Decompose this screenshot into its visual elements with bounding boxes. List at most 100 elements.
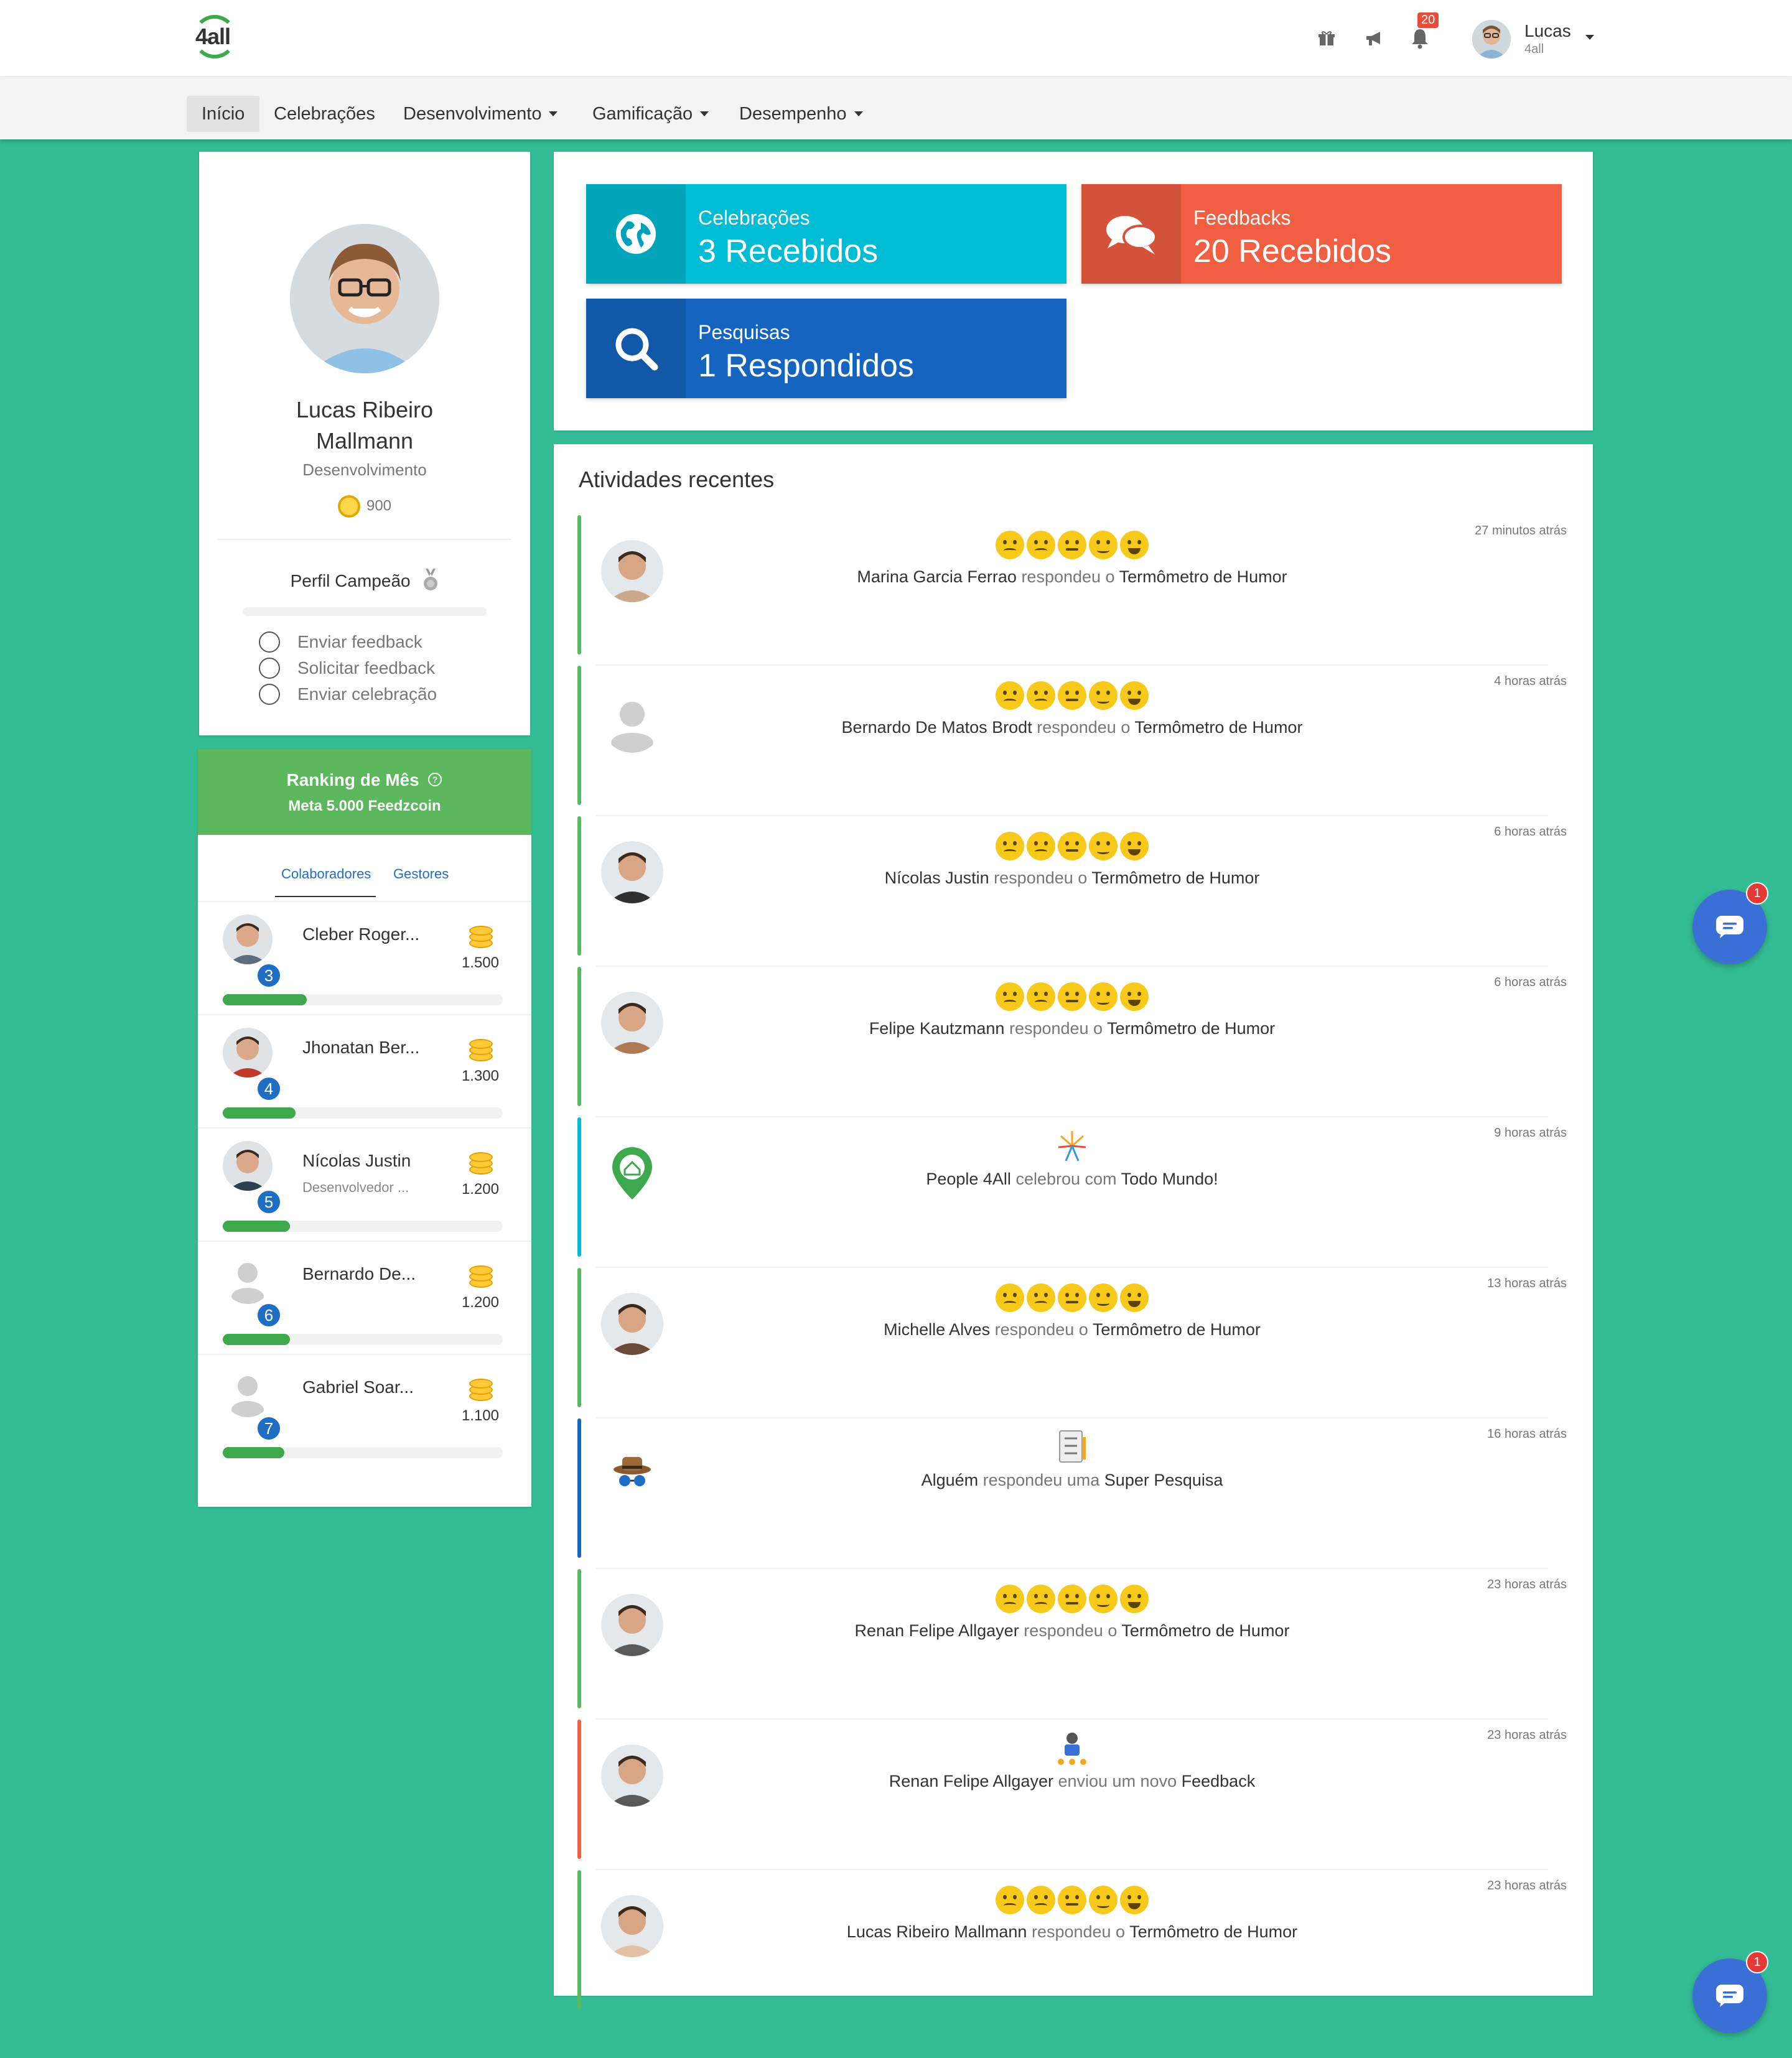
rank-progress bbox=[223, 1221, 503, 1232]
user-name[interactable]: Lucas bbox=[1524, 21, 1571, 41]
activity-actor[interactable]: Alguém bbox=[922, 1471, 979, 1489]
stats-panel: Celebrações 3 Recebidos Feedbacks 20 Rec… bbox=[554, 152, 1593, 431]
mood-happy-icon bbox=[1089, 1585, 1118, 1613]
activity-actor[interactable]: Michelle Alves bbox=[884, 1320, 990, 1339]
mood-very-happy-icon bbox=[1120, 681, 1149, 710]
mood-very-sad-icon bbox=[996, 531, 1024, 559]
activity-object[interactable]: Feedback bbox=[1182, 1772, 1256, 1790]
mood-sad-icon bbox=[1027, 681, 1055, 710]
task-request-feedback[interactable]: Solicitar feedback bbox=[259, 656, 435, 681]
user-org: 4all bbox=[1524, 42, 1544, 56]
activity-object[interactable]: Termômetro de Humor bbox=[1129, 1922, 1297, 1941]
activity-actor[interactable]: People 4All bbox=[926, 1170, 1011, 1188]
chevron-down-icon[interactable] bbox=[1585, 35, 1594, 40]
chevron-down-icon bbox=[549, 111, 558, 116]
activity-object[interactable]: Termômetro de Humor bbox=[1093, 1320, 1261, 1339]
mood-sad-icon bbox=[1027, 1886, 1055, 1914]
company-logo[interactable]: 4all bbox=[193, 15, 243, 62]
task-send-feedback[interactable]: Enviar feedback bbox=[259, 630, 422, 654]
divider bbox=[198, 1127, 531, 1129]
tab-colaboradores[interactable]: Colaboradores bbox=[281, 866, 371, 882]
activity-visual bbox=[577, 1279, 1567, 1316]
activity-object[interactable]: Termômetro de Humor bbox=[1119, 567, 1287, 586]
ranking-row[interactable]: 6 Bernardo De... 1.200 bbox=[223, 1254, 503, 1366]
task-send-celebration[interactable]: Enviar celebração bbox=[259, 682, 437, 707]
activity-item[interactable]: 13 horas atrás Michelle Alves respondeu o… bbox=[577, 1268, 1567, 1418]
activity-item[interactable]: 23 horas atrás Renan Felipe Allgayer envi… bbox=[577, 1720, 1567, 1870]
help-icon[interactable]: ? bbox=[427, 771, 442, 791]
profile-card: Lucas Ribeiro Mallmann Desenvolvimento 9… bbox=[199, 152, 530, 735]
activity-actor[interactable]: Bernardo De Matos Brodt bbox=[842, 718, 1032, 737]
megaphone-icon[interactable] bbox=[1360, 25, 1388, 52]
mood-happy-icon bbox=[1089, 531, 1118, 559]
activity-visual bbox=[577, 677, 1567, 714]
activity-visual bbox=[577, 1580, 1567, 1618]
activity-verb: respondeu o bbox=[1021, 567, 1115, 586]
activity-item[interactable]: 16 horas atrás Alguém respondeu uma Super… bbox=[577, 1418, 1567, 1569]
ranking-subtitle: Meta 5.000 Feedzcoin bbox=[288, 798, 441, 814]
activity-item[interactable]: 6 horas atrás Nícolas Justin respondeu o … bbox=[577, 816, 1567, 967]
nav-inicio[interactable]: Início bbox=[187, 96, 260, 132]
ranking-row[interactable]: 7 Gabriel Soar... 1.100 bbox=[223, 1367, 503, 1479]
activity-actor[interactable]: Marina Garcia Ferrao bbox=[857, 567, 1017, 586]
top-bar: 4all 20 Lucas 4all bbox=[0, 0, 1792, 77]
ranking-row[interactable]: 5 Nícolas Justin Desenvolvedor ... 1.200 bbox=[223, 1141, 503, 1253]
stat-surveys[interactable]: Pesquisas 1 Respondidos bbox=[586, 299, 1066, 398]
rank-coins: 1.500 bbox=[461, 954, 499, 971]
checklist-icon bbox=[1056, 1428, 1088, 1469]
nav-desempenho[interactable]: Desempenho bbox=[724, 96, 878, 132]
chat-button[interactable]: 1 bbox=[1692, 882, 1768, 964]
activity-object[interactable]: Super Pesquisa bbox=[1104, 1471, 1223, 1489]
activity-object[interactable]: Termômetro de Humor bbox=[1134, 718, 1302, 737]
gift-icon[interactable] bbox=[1313, 25, 1340, 52]
activity-object[interactable]: Termômetro de Humor bbox=[1107, 1019, 1275, 1038]
tab-gestores[interactable]: Gestores bbox=[393, 866, 449, 882]
task-radio[interactable] bbox=[259, 631, 280, 653]
stat-celebrations[interactable]: Celebrações 3 Recebidos bbox=[586, 184, 1066, 284]
activity-object[interactable]: Todo Mundo! bbox=[1121, 1170, 1218, 1188]
mood-very-happy-icon bbox=[1120, 1886, 1149, 1914]
mood-happy-icon bbox=[1089, 1886, 1118, 1914]
activity-item[interactable]: 27 minutos atrás Marina Garcia Ferrao res… bbox=[577, 515, 1567, 666]
user-avatar[interactable] bbox=[1472, 20, 1511, 58]
divider bbox=[198, 1354, 531, 1355]
divider bbox=[198, 1014, 531, 1015]
activity-text: People 4All celebrou com Todo Mundo! bbox=[577, 1170, 1567, 1189]
mood-very-happy-icon bbox=[1120, 832, 1149, 860]
mood-neutral-icon bbox=[1058, 982, 1086, 1011]
mood-very-happy-icon bbox=[1120, 1585, 1149, 1613]
activity-object[interactable]: Termômetro de Humor bbox=[1121, 1621, 1289, 1640]
activity-item[interactable]: 23 horas atrás Renan Felipe Allgayer resp… bbox=[577, 1569, 1567, 1720]
main-nav: Início Celebrações Desenvolvimento Gamif… bbox=[0, 77, 1792, 139]
activity-actor[interactable]: Renan Felipe Allgayer bbox=[855, 1621, 1019, 1640]
activity-actor[interactable]: Felipe Kautzmann bbox=[869, 1019, 1005, 1038]
activity-text: Bernardo De Matos Brodt respondeu o Term… bbox=[577, 718, 1567, 737]
nav-gamificacao[interactable]: Gamificação bbox=[577, 96, 724, 132]
task-radio[interactable] bbox=[259, 658, 280, 679]
nav-celebracoes[interactable]: Celebrações bbox=[259, 96, 390, 132]
ranking-row[interactable]: 4 Jhonatan Ber... 1.300 bbox=[223, 1028, 503, 1140]
activity-verb: respondeu o bbox=[1009, 1019, 1103, 1038]
ranking-title-row: Ranking de Mês ? bbox=[198, 770, 531, 791]
activity-actor[interactable]: Lucas Ribeiro Mallmann bbox=[847, 1922, 1027, 1941]
chevron-down-icon bbox=[854, 111, 863, 116]
activity-item[interactable]: 4 horas atrás Bernardo De Matos Brodt res… bbox=[577, 666, 1567, 816]
activity-item[interactable]: 6 horas atrás Felipe Kautzmann respondeu … bbox=[577, 967, 1567, 1117]
coin-icon bbox=[337, 495, 360, 518]
chat-button-2[interactable]: 1 bbox=[1692, 1951, 1768, 2033]
activity-actor[interactable]: Renan Felipe Allgayer bbox=[889, 1772, 1053, 1790]
mood-neutral-icon bbox=[1058, 1585, 1086, 1613]
task-radio[interactable] bbox=[259, 684, 280, 705]
activity-actor[interactable]: Nícolas Justin bbox=[885, 868, 989, 887]
stat-feedbacks[interactable]: Feedbacks 20 Recebidos bbox=[1081, 184, 1562, 284]
ranking-row[interactable]: 3 Cleber Roger... 1.500 bbox=[223, 915, 503, 1027]
avatar bbox=[223, 1141, 273, 1191]
activity-object[interactable]: Termômetro de Humor bbox=[1091, 868, 1259, 887]
activity-item[interactable]: 23 horas atrás Lucas Ribeiro Mallmann res… bbox=[577, 1870, 1567, 2021]
nav-desenvolvimento[interactable]: Desenvolvimento bbox=[388, 96, 572, 132]
mood-sad-icon bbox=[1027, 982, 1055, 1011]
mood-very-sad-icon bbox=[996, 832, 1024, 860]
nav-label: Celebrações bbox=[274, 103, 375, 124]
activity-item[interactable]: 9 horas atrás People 4All celebrou com To… bbox=[577, 1117, 1567, 1268]
bell-icon[interactable] bbox=[1406, 25, 1434, 52]
